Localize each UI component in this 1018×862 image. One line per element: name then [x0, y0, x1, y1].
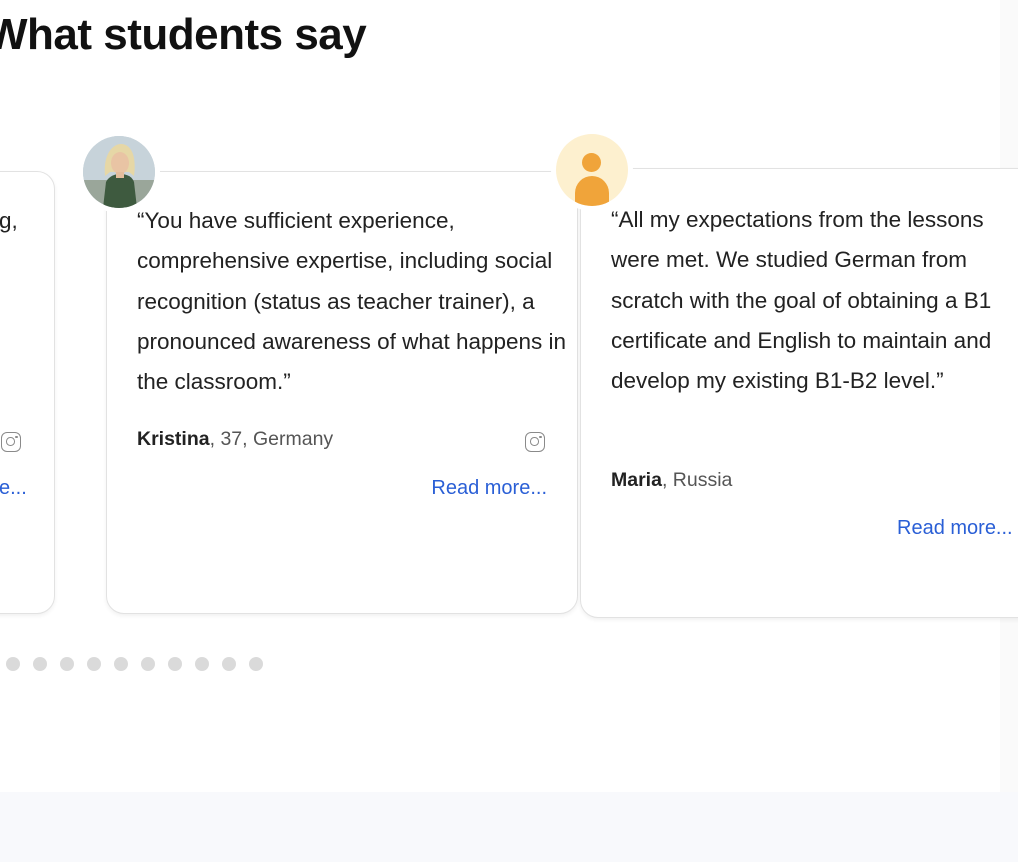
- testimonial-card: “All my expectations from the lessons we…: [580, 168, 1018, 618]
- read-more-link[interactable]: Read more...: [431, 477, 547, 500]
- author-details: , 37, Germany: [209, 428, 334, 450]
- pagination-dot[interactable]: [141, 657, 155, 671]
- testimonial-quote: g,: [0, 208, 18, 233]
- pagination-dot[interactable]: [249, 657, 263, 671]
- avatar: [83, 136, 155, 208]
- pagination-dot[interactable]: [168, 657, 182, 671]
- read-more-link[interactable]: e...: [0, 477, 27, 500]
- pagination-dot[interactable]: [222, 657, 236, 671]
- avatar-photo-icon: [83, 136, 155, 208]
- pagination-dot[interactable]: [33, 657, 47, 671]
- testimonial-author: Kristina, 37, Germany: [137, 428, 333, 451]
- testimonial-author: Maria, Russia: [611, 469, 732, 492]
- instagram-icon[interactable]: [525, 432, 545, 452]
- pagination-dot[interactable]: [114, 657, 128, 671]
- testimonial-quote: “All my expectations from the lessons we…: [611, 207, 992, 394]
- testimonial-quote: “You have sufficient experience, compreh…: [137, 208, 567, 395]
- section-title: What students say: [0, 10, 367, 59]
- author-name: Kristina: [137, 428, 210, 450]
- testimonial-card: g, e...: [0, 171, 55, 614]
- pagination-dot[interactable]: [87, 657, 101, 671]
- testimonial-card: “You have sufficient experience, compreh…: [106, 171, 578, 614]
- carousel-pagination: [6, 657, 263, 671]
- pagination-dot[interactable]: [195, 657, 209, 671]
- author-name: Maria: [611, 469, 662, 491]
- next-section-background: [0, 792, 1018, 862]
- instagram-icon[interactable]: [1, 432, 21, 452]
- pagination-dot[interactable]: [6, 657, 20, 671]
- avatar: [556, 134, 628, 206]
- pagination-dot[interactable]: [60, 657, 74, 671]
- author-details: , Russia: [661, 469, 733, 491]
- read-more-link[interactable]: Read more...: [897, 517, 1013, 540]
